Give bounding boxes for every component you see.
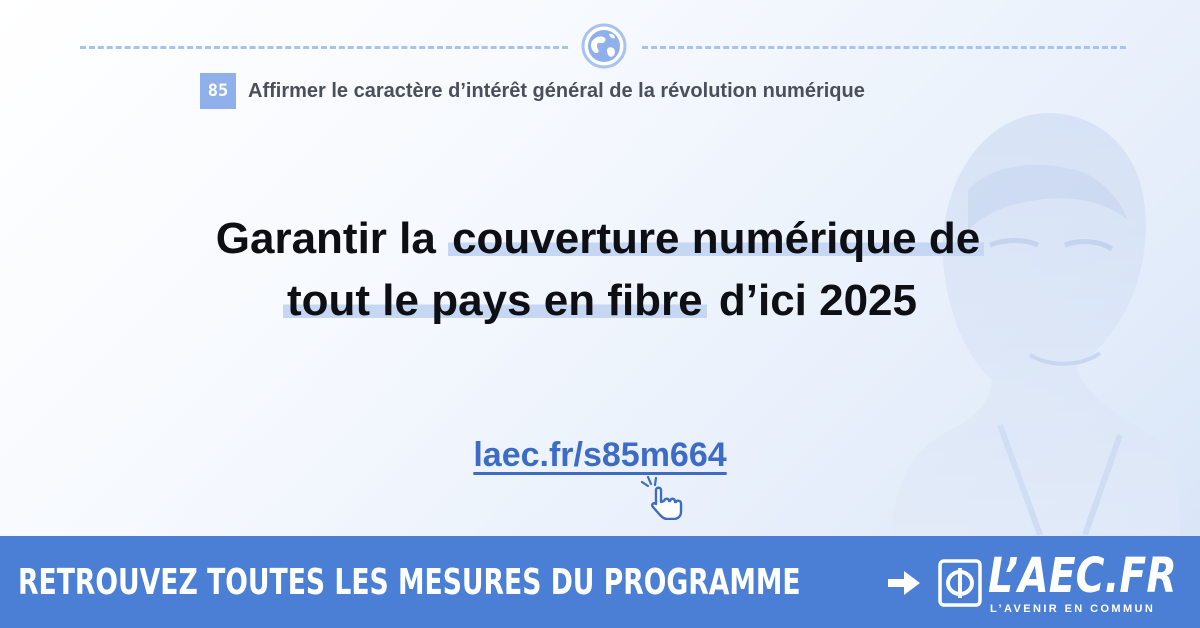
headline-highlight-1: couverture numérique de <box>448 214 985 263</box>
category-title: Affirmer le caractère d’intérêt général … <box>248 79 865 102</box>
share-card: 85 Affirmer le caractère d’intérêt génér… <box>0 0 1200 628</box>
banner-call-to-action[interactable]: RETROUVEZ TOUTES LES MESURES DU PROGRAMM… <box>18 558 801 608</box>
short-link[interactable]: laec.fr/s85m664 <box>473 436 726 475</box>
logo-wordmark: L’AEC.FR <box>988 548 1177 604</box>
logo-subtitle: L’AVENIR EN COMMUN <box>990 603 1156 615</box>
headline: Garantir la couverture numérique de tout… <box>60 208 1140 332</box>
short-link-container: laec.fr/s85m664 <box>300 436 900 475</box>
globe-icon <box>581 23 627 69</box>
phi-book-icon <box>938 559 982 607</box>
pointing-hand-icon <box>640 476 683 520</box>
headline-part-1: Garantir la <box>215 214 449 263</box>
headline-highlight-2: tout le pays en fibre <box>283 276 707 325</box>
bottom-banner[interactable]: RETROUVEZ TOUTES LES MESURES DU PROGRAMM… <box>0 536 1200 628</box>
category-number-badge: 85 <box>200 73 236 109</box>
category-line: 85 Affirmer le caractère d’intérêt génér… <box>200 72 865 110</box>
arrow-right-icon <box>888 571 920 595</box>
headline-part-2: d’ici 2025 <box>706 276 917 325</box>
top-divider-right <box>642 46 1126 49</box>
top-divider-left <box>80 46 568 49</box>
